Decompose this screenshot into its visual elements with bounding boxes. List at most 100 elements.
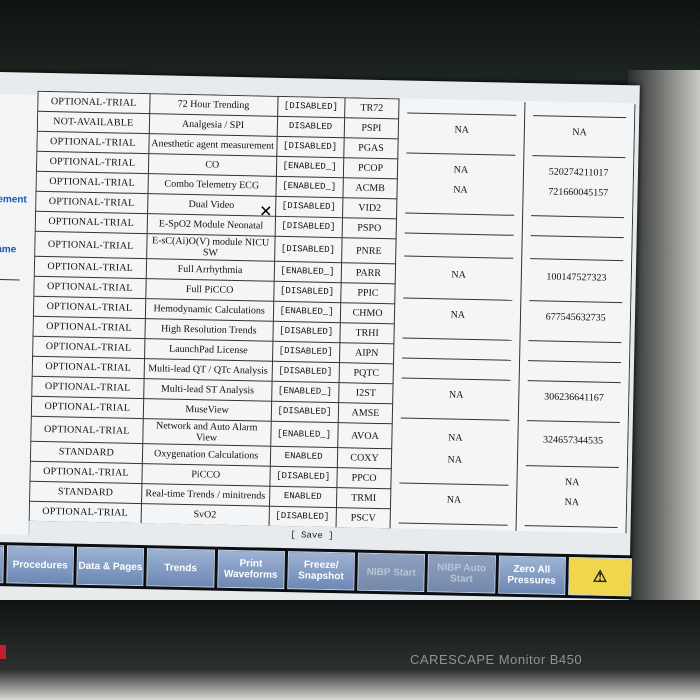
cell-code: TR72 (344, 97, 400, 119)
cell-status: OPTIONAL-TRIAL (35, 211, 148, 234)
cell-serial (524, 101, 635, 124)
cell-status: OPTIONAL-TRIAL (33, 296, 146, 319)
cell-na (399, 98, 526, 122)
cell-code: PPCO (336, 467, 392, 489)
cell-na (395, 283, 522, 307)
cell-na (390, 508, 517, 532)
cell-code: PNRE (341, 237, 397, 264)
empty-field-line (530, 249, 624, 261)
cell-flag: [DISABLED] (272, 321, 340, 343)
cell-code: PCOP (342, 157, 399, 179)
menu-button[interactable]: NIBP Start (357, 552, 426, 593)
menu-button[interactable]: Data & Pages (76, 546, 145, 587)
cell-code: PSPI (343, 117, 400, 139)
monitor-top-bezel (0, 0, 700, 80)
side-label-measurement[interactable]: ement (0, 194, 27, 206)
software-options-table-wrap[interactable]: OPTIONAL-TRIAL 72 Hour Trending [DISABLED]… (28, 90, 636, 534)
cell-status: OPTIONAL-TRIAL (33, 276, 146, 299)
save-button[interactable]: [ Save ] (290, 530, 333, 541)
empty-field-line (528, 332, 622, 344)
cell-na (396, 218, 523, 242)
monitor-screen: ement ame OPTIONAL-TRIAL 72 Hour Trending… (0, 72, 640, 614)
cell-serial (521, 286, 632, 309)
empty-field-line (526, 457, 620, 469)
cell-status: STANDARD (28, 521, 141, 534)
cell-option: Multi-lead ST Analysis (143, 378, 272, 402)
cell-status: OPTIONAL-TRIAL (30, 416, 143, 444)
cell-option: E-sC(Ai)O(V) module NICU SW (146, 233, 275, 262)
monitor-right-bezel (628, 70, 700, 630)
cell-option: SvO2 (140, 503, 270, 527)
main-menu-bar: Procedures Data & Pages Trends Print Wavefo… (0, 541, 633, 600)
cell-code: CHMO (339, 302, 396, 324)
cell-flag: [ENABLED_] (275, 176, 343, 198)
cell-status: STANDARD (29, 481, 142, 504)
empty-field-line (402, 329, 512, 341)
cell-code: AVOA (337, 422, 393, 449)
cell-serial (520, 326, 631, 349)
cell-code: VID2 (342, 197, 398, 219)
software-options-table: OPTIONAL-TRIAL 72 Hour Trending [DISABLED]… (28, 91, 636, 534)
cell-option: MuseView (142, 398, 272, 422)
cell-code: PPIC (340, 282, 396, 304)
empty-field-line (406, 144, 516, 156)
cell-code: PQTC (338, 362, 394, 384)
cell-serial (522, 221, 633, 244)
cell-status: OPTIONAL-TRIAL (35, 191, 148, 214)
empty-field-line (402, 349, 512, 361)
cell-status: OPTIONAL-TRIAL (37, 91, 150, 114)
menu-button[interactable] (0, 544, 4, 584)
empty-field-line (399, 514, 509, 526)
menu-button[interactable]: Procedures (6, 545, 75, 585)
cell-code: AMSE (337, 402, 394, 424)
cell-option: Multi-lead QT / QTc Analysis (143, 358, 273, 382)
cell-na (395, 238, 523, 267)
monitor-bottom-bezel (0, 600, 700, 700)
alarm-silence-button[interactable]: ⚠ (567, 557, 633, 597)
cell-code: I2ST (338, 382, 394, 404)
cell-flag: [ENABLED_] (272, 301, 341, 323)
menu-button[interactable]: Trends (146, 548, 215, 588)
menu-button[interactable]: NIBP Auto Start (427, 554, 496, 594)
cell-serial: 306236641167 (518, 386, 630, 409)
cell-option: Dual Video (147, 193, 276, 217)
cell-serial (522, 201, 633, 224)
cell-option: Combo Telemetry ECG (147, 173, 276, 197)
cell-na: NA (398, 118, 525, 142)
cell-serial: NA (517, 471, 628, 494)
empty-field-line (529, 292, 623, 304)
cell-serial (518, 406, 629, 429)
cell-flag: [ENABLED_] (273, 261, 342, 283)
cell-flag: [DISABLED] (270, 401, 339, 423)
cell-serial (516, 511, 627, 534)
power-indicator (0, 645, 6, 659)
cell-code: PARR (340, 262, 396, 284)
cell-status: OPTIONAL-TRIAL (31, 396, 144, 419)
cell-serial: NA (516, 491, 627, 514)
cell-status: OPTIONAL-TRIAL (32, 316, 146, 339)
side-label-name[interactable]: ame (0, 244, 16, 255)
cell-na (396, 198, 524, 222)
cell-option: High Resolution Trends (144, 318, 273, 342)
side-divider (0, 278, 20, 281)
empty-field-line (407, 104, 517, 116)
cell-flag: [DISABLED] (277, 96, 345, 118)
cell-na: NA (391, 448, 518, 472)
cell-option: Real-time Trends / minitrends (141, 483, 270, 507)
cell-flag: [ENABLED_] (275, 156, 344, 178)
cell-option: E-SpO2 Module Neonatal (146, 213, 276, 237)
menu-button[interactable]: Zero All Pressures (497, 555, 566, 595)
empty-field-line (402, 369, 512, 381)
cell-serial (519, 346, 630, 369)
cell-flag: [DISABLED] (275, 196, 343, 218)
menu-button[interactable]: Freeze/ Snapshot (287, 551, 356, 591)
cell-code: ACMB (342, 177, 398, 199)
cell-serial (519, 366, 630, 389)
cell-code: AIPN (339, 342, 395, 364)
cell-serial (524, 141, 635, 164)
cell-flag: [DISABLED] (274, 236, 342, 263)
empty-field-line (404, 247, 514, 259)
menu-button[interactable]: Print Waveforms (216, 549, 285, 590)
cell-na (393, 343, 521, 367)
cell-serial: 324657344535 (517, 426, 629, 454)
